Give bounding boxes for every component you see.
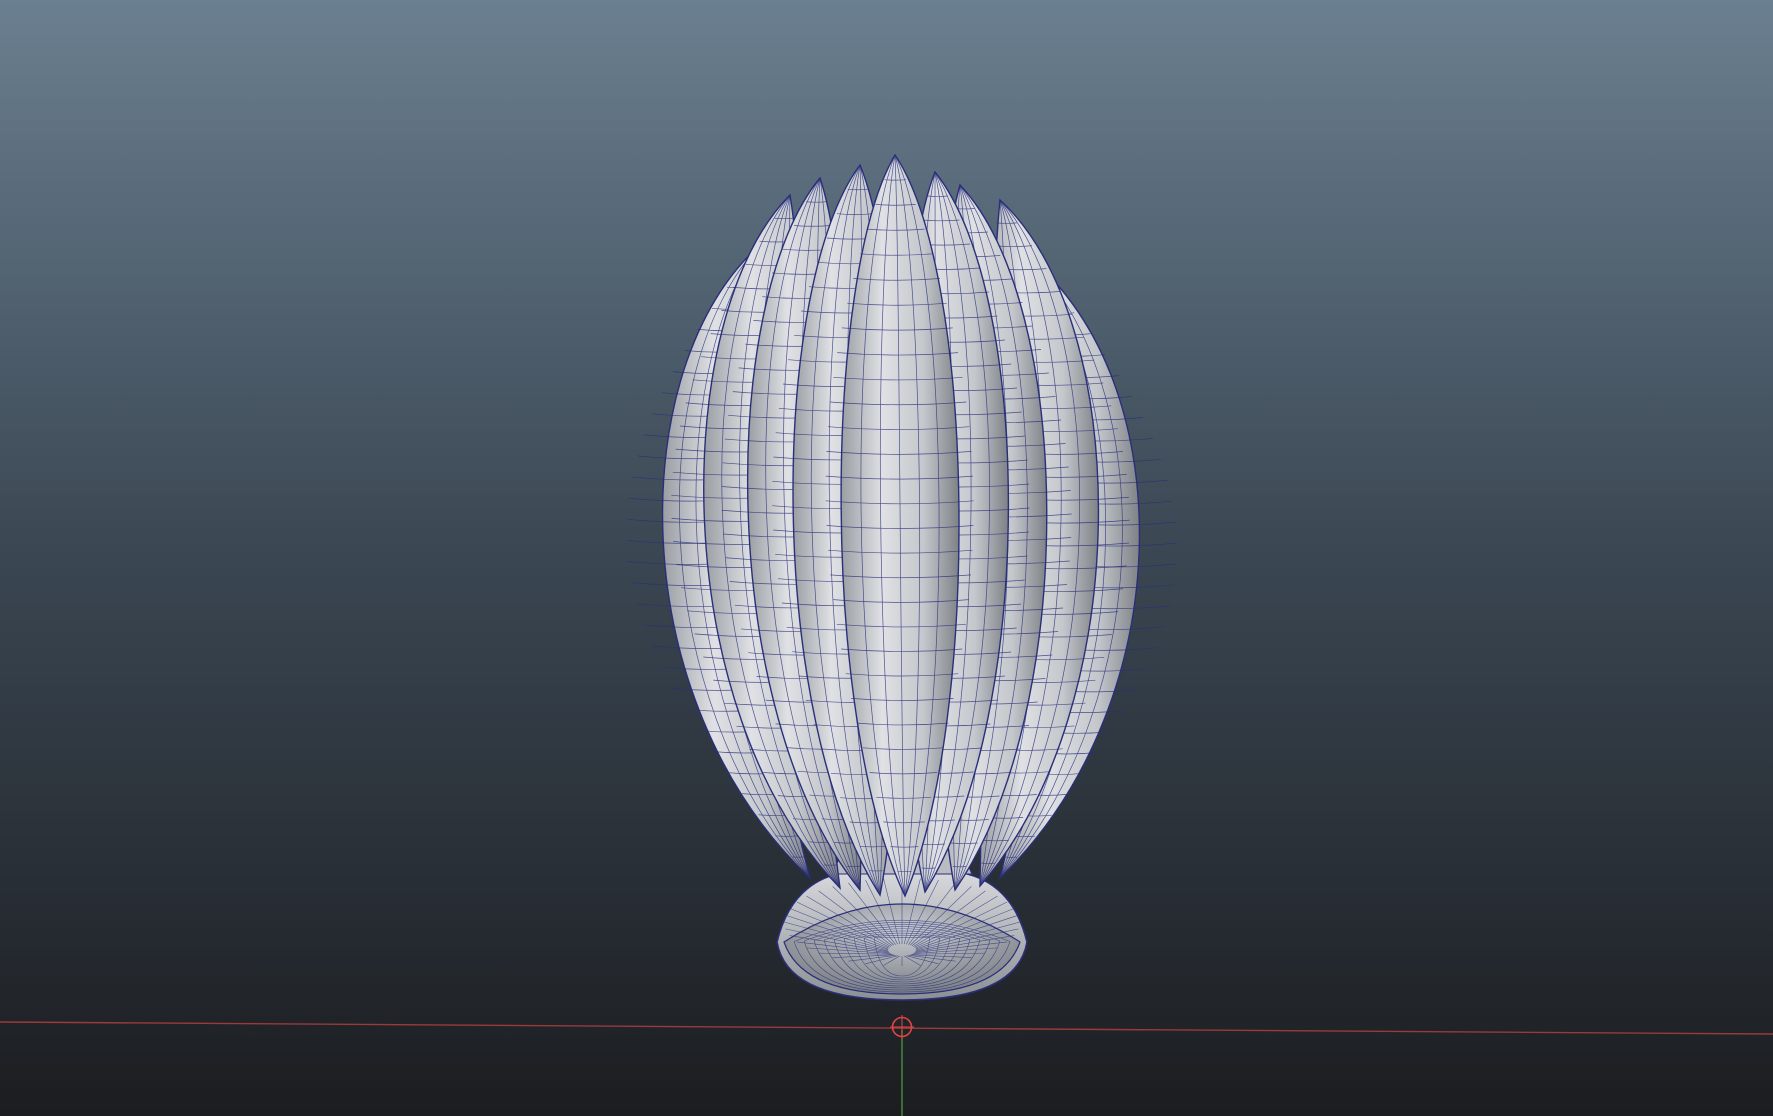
viewport-scene[interactable] xyxy=(0,0,1773,1116)
3d-viewport[interactable] xyxy=(0,0,1773,1116)
